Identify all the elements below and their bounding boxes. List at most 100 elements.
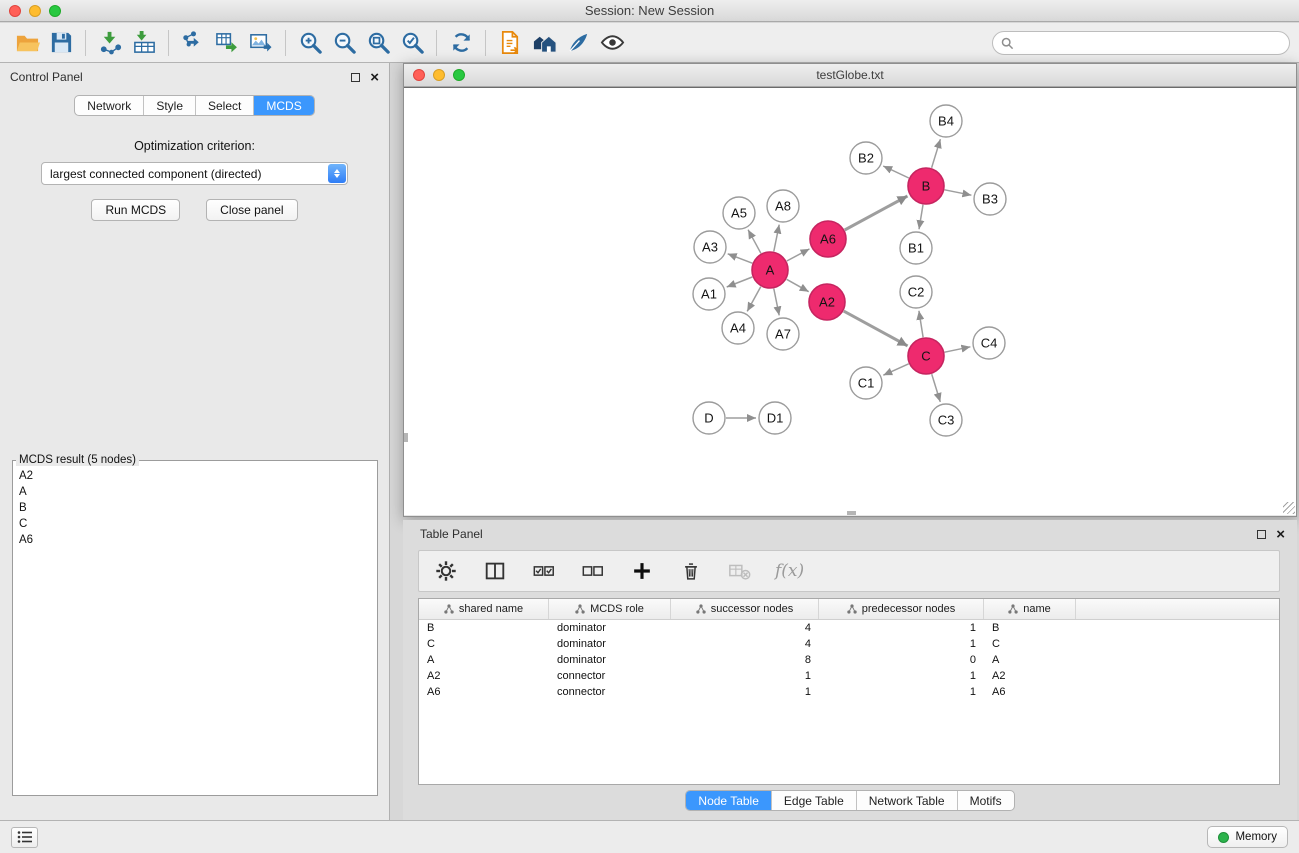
show-hide-button[interactable] <box>595 27 629 59</box>
open-file-button[interactable] <box>10 27 44 59</box>
mcds-result-item[interactable]: A6 <box>19 532 371 548</box>
graph-node-D1[interactable]: D1 <box>759 402 791 434</box>
open-document-button[interactable] <box>493 27 527 59</box>
graph-node-A1[interactable]: A1 <box>693 278 725 310</box>
tab-motifs[interactable]: Motifs <box>957 791 1014 810</box>
graph-node-A8[interactable]: A8 <box>767 190 799 222</box>
close-table-panel-icon[interactable]: × <box>1276 527 1285 542</box>
graph-node-A2[interactable]: A2 <box>809 284 845 320</box>
show-columns-button[interactable] <box>481 557 509 585</box>
tab-edge-table[interactable]: Edge Table <box>771 791 856 810</box>
graph-edge-B-B2[interactable] <box>883 166 909 178</box>
delete-button[interactable] <box>677 557 705 585</box>
graph-node-A3[interactable]: A3 <box>694 231 726 263</box>
tab-network-table[interactable]: Network Table <box>856 791 957 810</box>
zoom-out-button[interactable] <box>327 27 361 59</box>
graph-node-A6[interactable]: A6 <box>810 221 846 257</box>
graph-edge-A-A8[interactable] <box>774 225 779 252</box>
minimize-window-button[interactable] <box>29 5 41 17</box>
resize-grip[interactable] <box>1283 502 1295 514</box>
mcds-result-item[interactable]: A <box>19 484 371 500</box>
table-row[interactable]: A6connector11A6 <box>419 684 1279 700</box>
import-network-button[interactable] <box>93 27 127 59</box>
column-header-name[interactable]: name <box>984 599 1076 619</box>
graph-edge-A-A6[interactable] <box>787 249 810 261</box>
graph-edge-A-A4[interactable] <box>747 287 761 312</box>
column-header-shared-name[interactable]: shared name <box>419 599 549 619</box>
refresh-button[interactable] <box>444 27 478 59</box>
tab-style[interactable]: Style <box>143 96 195 115</box>
export-table-button[interactable] <box>210 27 244 59</box>
zoom-selected-button[interactable] <box>395 27 429 59</box>
graph-edge-A2-C[interactable] <box>844 311 908 346</box>
mcds-result-item[interactable]: B <box>19 500 371 516</box>
memory-button[interactable]: Memory <box>1207 826 1288 848</box>
resize-tick[interactable] <box>847 511 856 515</box>
tab-mcds[interactable]: MCDS <box>253 96 313 115</box>
graph-edge-B-B3[interactable] <box>945 190 972 195</box>
graph-node-B2[interactable]: B2 <box>850 142 882 174</box>
fullscreen-window-button[interactable] <box>49 5 61 17</box>
add-row-button[interactable] <box>628 557 656 585</box>
graph-edge-B-B4[interactable] <box>932 139 941 168</box>
table-row[interactable]: Bdominator41B <box>419 620 1279 636</box>
run-mcds-button[interactable]: Run MCDS <box>91 199 180 221</box>
graph-node-B1[interactable]: B1 <box>900 232 932 264</box>
graph-edge-B-B1[interactable] <box>919 205 923 229</box>
tab-select[interactable]: Select <box>195 96 253 115</box>
close-window-button[interactable] <box>9 5 21 17</box>
mcds-result-item[interactable]: C <box>19 516 371 532</box>
network-graph[interactable]: A5A8A3A1A4A7AA6A2BB2B4B3B1CC2C4C1C3DD1 <box>404 88 1296 515</box>
network-canvas[interactable]: A5A8A3A1A4A7AA6A2BB2B4B3B1CC2C4C1C3DD1 <box>404 87 1296 515</box>
save-session-button[interactable] <box>44 27 78 59</box>
graph-node-D[interactable]: D <box>693 402 725 434</box>
graph-node-B4[interactable]: B4 <box>930 105 962 137</box>
float-panel-icon[interactable] <box>351 73 360 82</box>
table-row[interactable]: Adominator80A <box>419 652 1279 668</box>
graph-node-B3[interactable]: B3 <box>974 183 1006 215</box>
minimize-network-window-button[interactable] <box>433 69 445 81</box>
graph-edge-C-C4[interactable] <box>945 347 971 352</box>
export-network-button[interactable] <box>176 27 210 59</box>
float-table-panel-icon[interactable] <box>1257 530 1266 539</box>
column-header-predecessor-nodes[interactable]: predecessor nodes <box>819 599 984 619</box>
draw-button[interactable] <box>561 27 595 59</box>
close-network-window-button[interactable] <box>413 69 425 81</box>
close-panel-button[interactable]: Close panel <box>206 199 297 221</box>
zoom-in-button[interactable] <box>293 27 327 59</box>
graph-node-B[interactable]: B <box>908 168 944 204</box>
zoom-fit-button[interactable] <box>361 27 395 59</box>
graph-edge-C-C3[interactable] <box>932 374 941 402</box>
export-image-button[interactable] <box>244 27 278 59</box>
graph-node-C2[interactable]: C2 <box>900 276 932 308</box>
graph-node-A7[interactable]: A7 <box>767 318 799 350</box>
graph-node-C3[interactable]: C3 <box>930 404 962 436</box>
tab-network[interactable]: Network <box>75 96 143 115</box>
column-header-MCDS-role[interactable]: MCDS role <box>549 599 671 619</box>
search-box[interactable] <box>992 31 1290 55</box>
resize-tick[interactable] <box>404 433 408 442</box>
optimization-criterion-select[interactable]: largest connected component (directed) <box>41 162 348 185</box>
graph-node-A4[interactable]: A4 <box>722 312 754 344</box>
table-row[interactable]: Cdominator41C <box>419 636 1279 652</box>
task-history-button[interactable] <box>11 827 38 848</box>
graph-edge-A-A7[interactable] <box>774 289 779 316</box>
column-header-successor-nodes[interactable]: successor nodes <box>671 599 819 619</box>
graph-node-A[interactable]: A <box>752 252 788 288</box>
graph-edge-A-A5[interactable] <box>748 230 761 254</box>
graph-edge-A-A3[interactable] <box>728 254 753 263</box>
mcds-result-item[interactable]: A2 <box>19 468 371 484</box>
graph-node-A5[interactable]: A5 <box>723 197 755 229</box>
graph-node-C4[interactable]: C4 <box>973 327 1005 359</box>
tab-node-table[interactable]: Node Table <box>686 791 771 810</box>
maximize-network-window-button[interactable] <box>453 69 465 81</box>
graph-node-C[interactable]: C <box>908 338 944 374</box>
import-table-button[interactable] <box>127 27 161 59</box>
home-button[interactable] <box>527 27 561 59</box>
graph-edge-C-C1[interactable] <box>883 364 908 375</box>
table-row[interactable]: A2connector11A2 <box>419 668 1279 684</box>
table-settings-button[interactable] <box>432 557 460 585</box>
search-input[interactable] <box>1018 36 1281 50</box>
function-builder-button[interactable]: f(x) <box>775 561 804 581</box>
graph-edge-C-C2[interactable] <box>919 311 923 337</box>
